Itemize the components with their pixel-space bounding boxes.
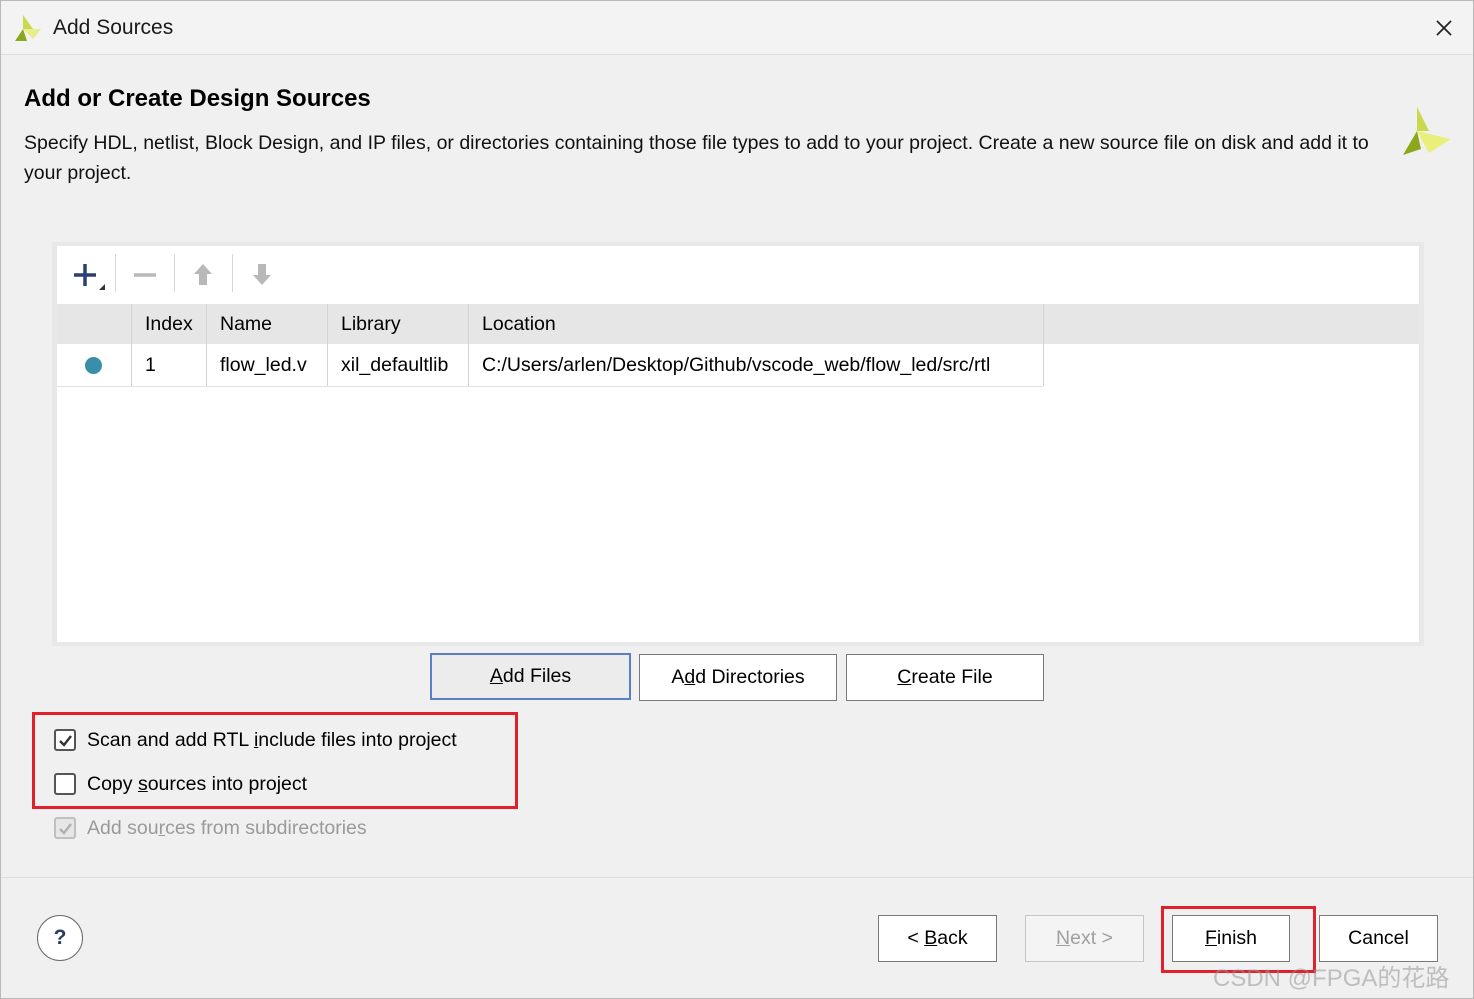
table-header: Index Name Library Location: [57, 304, 1419, 344]
page-header: Add or Create Design Sources Specify HDL…: [1, 55, 1473, 205]
column-header-name[interactable]: Name: [207, 304, 328, 344]
toolbar-separator: [115, 254, 116, 292]
cancel-button[interactable]: Cancel: [1319, 915, 1438, 962]
sources-table: Index Name Library Location 1 flow_led.v…: [57, 246, 1419, 642]
column-header-status[interactable]: [57, 304, 132, 344]
next-button[interactable]: Next >: [1025, 915, 1144, 962]
create-file-button[interactable]: Create File: [846, 654, 1044, 701]
finish-button[interactable]: Finish: [1172, 915, 1290, 962]
back-button[interactable]: < Back: [878, 915, 997, 962]
page-description: Specify HDL, netlist, Block Design, and …: [24, 132, 1369, 184]
add-sources-dialog: Add Sources Add or Create Design Sources…: [0, 0, 1474, 999]
vivado-logo-icon: [13, 13, 43, 46]
add-files-button[interactable]: Add Files: [430, 653, 631, 700]
scan-rtl-option[interactable]: Scan and add RTL include files into proj…: [54, 727, 514, 757]
window-title: Add Sources: [53, 16, 174, 39]
footer-divider: [1, 877, 1473, 878]
table-toolbar: [57, 246, 1419, 300]
copy-sources-checkbox[interactable]: [54, 773, 76, 795]
vivado-brand-icon: [1399, 105, 1453, 162]
column-header-index[interactable]: Index: [132, 304, 207, 344]
close-icon[interactable]: [1429, 13, 1459, 43]
add-subdirectories-checkbox: [54, 817, 76, 839]
scan-rtl-checkbox[interactable]: [54, 729, 76, 751]
row-name: flow_led.v: [207, 344, 328, 386]
sources-table-panel: Index Name Library Location 1 flow_led.v…: [52, 242, 1424, 646]
copy-sources-label: Copy sources into project: [87, 773, 308, 795]
arrow-down-icon[interactable]: [240, 254, 284, 294]
watermark-text: CSDN @FPGA的花路: [1213, 965, 1450, 992]
toolbar-separator: [232, 254, 233, 292]
add-directories-button[interactable]: Add Directories: [639, 654, 837, 701]
plus-icon[interactable]: [67, 254, 111, 294]
scan-rtl-label: Scan and add RTL include files into proj…: [87, 729, 457, 751]
page-title: Add or Create Design Sources: [24, 85, 371, 112]
column-header-location[interactable]: Location: [469, 304, 1044, 344]
status-dot-icon: [85, 357, 102, 374]
column-header-library[interactable]: Library: [328, 304, 469, 344]
toolbar-separator: [174, 254, 175, 292]
row-location: C:/Users/arlen/Desktop/Github/vscode_web…: [469, 344, 1044, 386]
row-index: 1: [132, 344, 207, 386]
title-bar: Add Sources: [1, 1, 1473, 55]
minus-icon[interactable]: [123, 254, 167, 294]
add-subdirectories-option: Add sources from subdirectories: [54, 815, 414, 845]
row-status-cell: [57, 344, 132, 386]
table-row[interactable]: 1 flow_led.v xil_defaultlib C:/Users/arl…: [57, 344, 1044, 387]
help-button[interactable]: ?: [37, 915, 83, 961]
copy-sources-option[interactable]: Copy sources into project: [54, 771, 354, 801]
arrow-up-icon[interactable]: [181, 254, 225, 294]
add-subdirectories-label: Add sources from subdirectories: [87, 817, 367, 839]
row-library: xil_defaultlib: [328, 344, 469, 386]
